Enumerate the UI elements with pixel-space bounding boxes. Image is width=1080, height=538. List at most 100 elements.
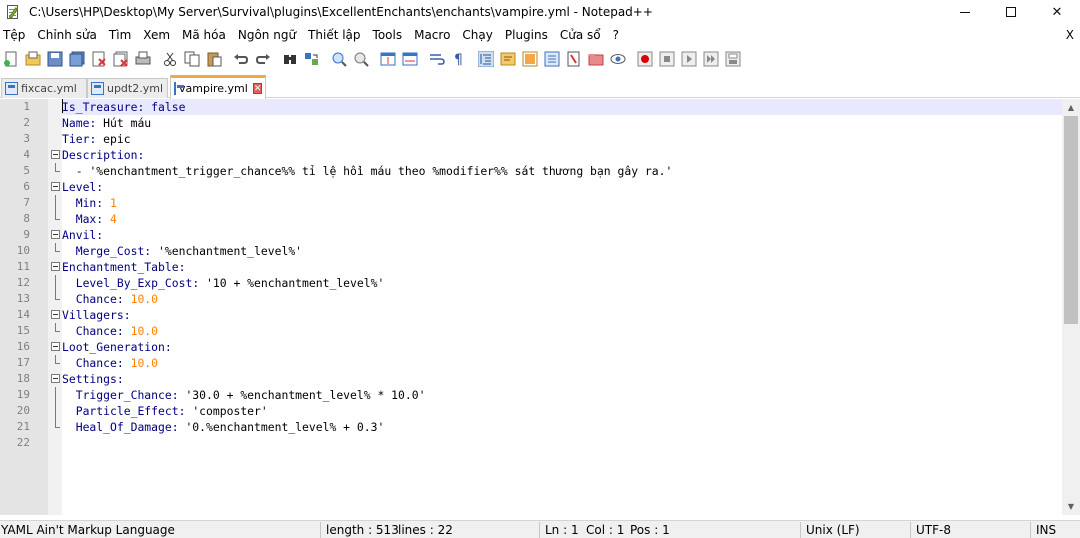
fold-toggle-icon[interactable] (51, 374, 60, 383)
close-file-icon[interactable] (91, 51, 107, 67)
sync-vertical-icon[interactable] (380, 51, 396, 67)
undo-icon[interactable] (233, 51, 249, 67)
open-file-icon[interactable] (25, 51, 41, 67)
code-line[interactable]: Name: Hút máu (62, 115, 1062, 131)
close-document-button[interactable]: X (1066, 28, 1074, 42)
code-line[interactable]: Description: (62, 147, 1062, 163)
menu-macro[interactable]: Macro (408, 28, 456, 42)
code-line[interactable]: Heal_Of_Damage: '0.%enchantment_level% +… (62, 419, 1062, 435)
save-icon[interactable] (47, 51, 63, 67)
doc-map-icon[interactable] (522, 51, 538, 67)
menu-language[interactable]: Ngôn ngữ (232, 28, 302, 42)
yaml-value: '%enchantment_level%' (158, 244, 303, 258)
code-line[interactable]: Merge_Cost: '%enchantment_level%' (62, 243, 1062, 259)
close-tab-icon[interactable]: ✕ (252, 83, 263, 94)
tab-vampire[interactable]: vampire.yml ✕ (170, 75, 266, 99)
function-list-icon[interactable] (544, 51, 560, 67)
maximize-button[interactable] (988, 0, 1034, 24)
fold-toggle-icon[interactable] (51, 230, 60, 239)
minimize-button[interactable] (942, 0, 988, 24)
copy-icon[interactable] (184, 51, 200, 67)
replace-icon[interactable] (304, 51, 320, 67)
fold-toggle-icon[interactable] (51, 262, 60, 271)
yaml-separator: : (144, 244, 159, 258)
word-wrap-icon[interactable] (429, 51, 445, 67)
redo-icon[interactable] (255, 51, 271, 67)
code-line[interactable]: Chance: 10.0 (62, 291, 1062, 307)
sync-horizontal-icon[interactable] (402, 51, 418, 67)
show-all-chars-icon[interactable]: ¶ (451, 51, 467, 68)
code-line[interactable]: Is_Treasure: false (62, 99, 1062, 115)
menu-encoding[interactable]: Mã hóa (176, 28, 232, 42)
close-window-button[interactable]: ✕ (1034, 0, 1080, 24)
code-line[interactable]: Loot_Generation: (62, 339, 1062, 355)
fold-end (55, 219, 60, 220)
close-all-icon[interactable] (113, 51, 129, 67)
menu-edit[interactable]: Chỉnh sửa (31, 28, 103, 42)
code-line[interactable] (62, 435, 1062, 451)
editor[interactable]: Is_Treasure: false Name: Hút máu Tier: epi… (0, 99, 1080, 515)
menu-tools[interactable]: Tools (367, 28, 409, 42)
code-line[interactable]: Trigger_Chance: '30.0 + %enchantment_lev… (62, 387, 1062, 403)
code-line[interactable]: Max: 4 (62, 211, 1062, 227)
code-line[interactable]: Level_By_Exp_Cost: '10 + %enchantment_le… (62, 275, 1062, 291)
fold-toggle-icon[interactable] (51, 342, 60, 351)
menu-file[interactable]: Tệp (0, 28, 31, 42)
status-encoding[interactable]: UTF-8 (916, 523, 951, 537)
save-macro-icon[interactable] (725, 51, 741, 67)
line-number: 12 (16, 276, 30, 289)
vertical-scrollbar[interactable]: ▲ ▼ (1062, 99, 1080, 515)
code-line[interactable]: Particle_Effect: 'composter' (62, 403, 1062, 419)
fold-end (55, 427, 60, 428)
monitoring-icon[interactable] (610, 51, 626, 67)
menu-run[interactable]: Chạy (456, 28, 498, 42)
indent-guide-icon[interactable] (477, 50, 495, 68)
play-macro-icon[interactable] (681, 51, 697, 67)
new-file-icon[interactable] (3, 51, 19, 67)
tab-fixcac[interactable]: fixcac.yml (1, 78, 87, 98)
code-line[interactable]: Chance: 10.0 (62, 323, 1062, 339)
code-line[interactable]: Villagers: (62, 307, 1062, 323)
code-line[interactable]: Settings: (62, 371, 1062, 387)
stop-macro-icon[interactable] (659, 51, 675, 67)
zoom-out-icon[interactable] (353, 51, 369, 67)
paste-icon[interactable] (206, 51, 222, 67)
code-line[interactable]: Level: (62, 179, 1062, 195)
yaml-separator: : (116, 356, 131, 370)
code-line[interactable]: Anvil: (62, 227, 1062, 243)
folder-icon[interactable] (588, 51, 604, 67)
text-area[interactable]: Is_Treasure: false Name: Hút máu Tier: epi… (62, 99, 1062, 515)
menu-view[interactable]: Xem (137, 28, 176, 42)
code-line[interactable]: - '%enchantment_trigger_chance%% tỉ lệ h… (62, 163, 1062, 179)
record-macro-icon[interactable] (637, 51, 653, 67)
code-line[interactable]: Enchantment_Table: (62, 259, 1062, 275)
tab-updt2[interactable]: updt2.yml (87, 78, 168, 98)
menu-settings[interactable]: Thiết lập (302, 28, 366, 42)
code-line[interactable]: Min: 1 (62, 195, 1062, 211)
code-line[interactable]: Tier: epic (62, 131, 1062, 147)
find-icon[interactable] (282, 51, 298, 67)
folder-workspace-icon[interactable] (566, 51, 582, 67)
fold-toggle-icon[interactable] (51, 150, 60, 159)
menu-plugins[interactable]: Plugins (499, 28, 554, 42)
scroll-down-icon[interactable]: ▼ (1062, 498, 1080, 515)
menu-window[interactable]: Cửa sổ (554, 28, 607, 42)
yaml-key: Villagers (62, 308, 124, 322)
menu-help[interactable]: ? (607, 28, 625, 42)
scroll-thumb[interactable] (1064, 116, 1078, 324)
fold-toggle-icon[interactable] (51, 310, 60, 319)
code-line[interactable]: Chance: 10.0 (62, 355, 1062, 371)
fold-toggle-icon[interactable] (51, 182, 60, 191)
cut-icon[interactable] (162, 51, 178, 67)
print-icon[interactable] (135, 51, 151, 67)
menu-search[interactable]: Tìm (103, 28, 137, 42)
zoom-in-icon[interactable] (331, 51, 347, 67)
user-language-icon[interactable] (500, 51, 516, 67)
status-eol[interactable]: Unix (LF) (806, 523, 860, 537)
notepad-plus-plus-icon (5, 4, 21, 20)
scroll-up-icon[interactable]: ▲ (1062, 99, 1080, 116)
status-insert-mode[interactable]: INS (1036, 523, 1056, 537)
run-macro-multiple-icon[interactable] (703, 51, 719, 67)
save-all-icon[interactable] (69, 51, 85, 67)
